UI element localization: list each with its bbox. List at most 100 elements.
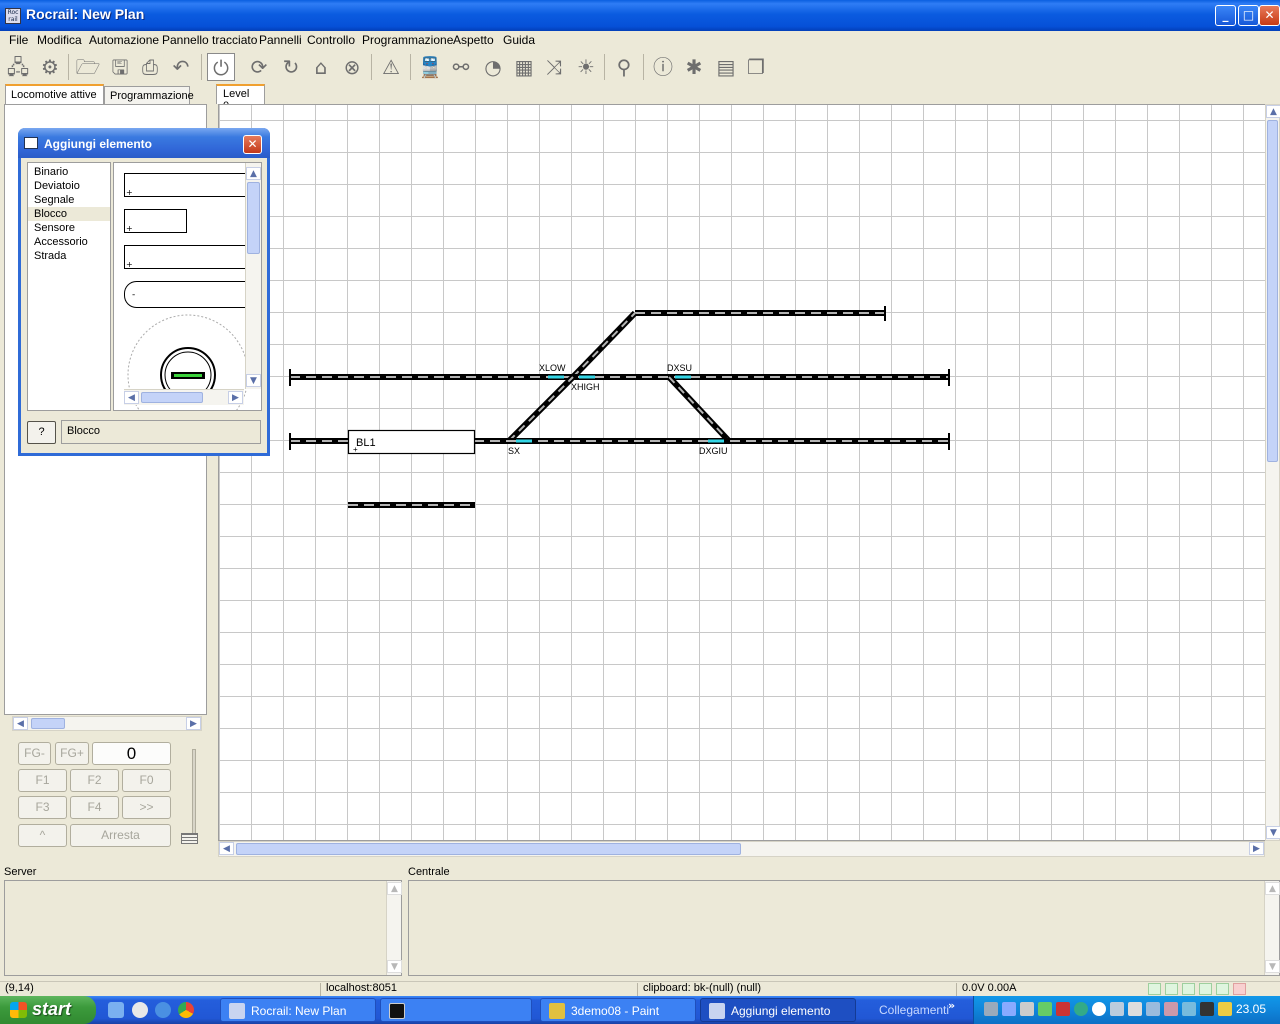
f2-button[interactable]: F2 [70, 769, 119, 792]
add-element-dialog[interactable]: Aggiungi elemento ✕ Binario Deviatoio Se… [18, 128, 270, 456]
title-bar[interactable]: Roc rail Rocrail: New Plan _ □ ✕ [0, 0, 1280, 31]
bug-icon[interactable]: ✱ [680, 53, 708, 81]
light-icon[interactable]: ☀ [572, 53, 600, 81]
scroll-thumb[interactable] [141, 392, 203, 403]
track-crossover-right[interactable] [666, 374, 732, 444]
scroll-up-icon[interactable]: ▲ [246, 167, 261, 180]
scroll-right-icon[interactable]: ▶ [228, 391, 243, 404]
scroll-thumb[interactable] [31, 718, 65, 729]
scroll-up-icon[interactable]: ▲ [1265, 882, 1280, 895]
home-icon[interactable]: ⌂ [307, 53, 335, 81]
minimize-button[interactable]: _ [1215, 5, 1236, 26]
server-log[interactable]: ▲ ▼ [4, 880, 402, 976]
server-log-vscrollbar[interactable]: ▲ ▼ [386, 881, 402, 975]
tray-app-icon[interactable] [1092, 1002, 1106, 1016]
scroll-thumb[interactable] [247, 182, 260, 254]
direction-button[interactable]: ^ [18, 824, 67, 847]
f1-button[interactable]: F1 [18, 769, 67, 792]
menu-aspetto[interactable]: Aspetto [453, 33, 494, 47]
tray-app-icon[interactable] [1110, 1002, 1124, 1016]
list-item-strada[interactable]: Strada [28, 249, 110, 263]
scroll-right-icon[interactable]: ▶ [186, 717, 201, 730]
scroll-thumb[interactable] [236, 843, 741, 855]
internet-explorer-icon[interactable] [155, 1002, 171, 1018]
scroll-thumb[interactable] [1267, 120, 1278, 462]
refresh-icon[interactable]: ↻ [277, 53, 305, 81]
more-functions-button[interactable]: >> [122, 796, 171, 819]
f3-button[interactable]: F3 [18, 796, 67, 819]
track-main-middle[interactable] [289, 369, 950, 386]
task-cmd[interactable] [380, 998, 532, 1022]
list-item-accessorio[interactable]: Accessorio [28, 235, 110, 249]
tray-app-icon[interactable] [1200, 1002, 1214, 1016]
track-upper-siding[interactable] [635, 306, 886, 321]
menu-guida[interactable]: Guida [503, 33, 535, 47]
menu-programmazione[interactable]: Programmazione [362, 33, 453, 47]
start-button[interactable]: start [0, 996, 96, 1024]
list-item-segnale[interactable]: Segnale [28, 193, 110, 207]
list-item-sensore[interactable]: Sensore [28, 221, 110, 235]
tray-app-icon[interactable] [1020, 1002, 1034, 1016]
scroll-left-icon[interactable]: ◀ [13, 717, 28, 730]
tray-network-icon[interactable] [1002, 1002, 1016, 1016]
track-plan-canvas[interactable]: + BL1 XLOW XHIGH DXSU SX DXGIU [218, 104, 1266, 841]
chrome-icon[interactable] [178, 1002, 194, 1018]
tray-app-icon[interactable] [1056, 1002, 1070, 1016]
tray-app-icon[interactable] [1218, 1002, 1232, 1016]
dialog-close-button[interactable]: ✕ [243, 135, 262, 154]
centrale-log[interactable]: ▲ ▼ [408, 880, 1280, 976]
pages-icon[interactable]: ❐ [742, 53, 770, 81]
scroll-right-icon[interactable]: ▶ [1249, 842, 1264, 855]
menu-automazione[interactable]: Automazione [89, 33, 159, 47]
scroll-down-icon[interactable]: ▼ [1265, 960, 1280, 973]
fg-minus-button[interactable]: FG- [18, 742, 51, 765]
track-crossover-left[interactable] [506, 374, 576, 444]
settings-gear-icon[interactable]: ⚙ [36, 53, 64, 81]
tray-app-icon[interactable] [1074, 1002, 1088, 1016]
list-item-binario[interactable]: Binario [28, 165, 110, 179]
preview-block-short[interactable]: + [124, 209, 187, 234]
menu-modifica[interactable]: Modifica [37, 33, 82, 47]
sync-icon[interactable]: ⟳ [245, 53, 273, 81]
speed-slider-handle[interactable] [181, 833, 198, 844]
maximize-button[interactable]: □ [1238, 5, 1259, 26]
scroll-left-icon[interactable]: ◀ [124, 391, 139, 404]
route-icon[interactable]: ⚯ [447, 53, 475, 81]
fg-plus-button[interactable]: FG+ [55, 742, 89, 765]
element-preview[interactable]: + + + - ▲ ▼ ◀ ▶ [113, 162, 262, 411]
tray-printer-icon[interactable] [984, 1002, 998, 1016]
zoom-icon[interactable]: ⚲ [610, 53, 638, 81]
undo-icon[interactable]: ↶ [167, 53, 195, 81]
menu-controllo[interactable]: Controllo [307, 33, 355, 47]
media-player-icon[interactable] [132, 1002, 148, 1018]
info-icon[interactable]: ⓘ [649, 53, 677, 81]
tray-volume-icon[interactable] [1128, 1002, 1142, 1016]
preview-block-long[interactable]: + [124, 173, 255, 198]
shuffle-icon[interactable]: ⤨ [540, 53, 568, 81]
preview-vscrollbar[interactable]: ▲ ▼ [245, 163, 261, 389]
task-rocrail[interactable]: Rocrail: New Plan [220, 998, 376, 1022]
scroll-up-icon[interactable]: ▲ [1266, 105, 1280, 118]
list-item-deviatoio[interactable]: Deviatoio [28, 179, 110, 193]
tray-app-icon[interactable] [1038, 1002, 1052, 1016]
switchboard-icon[interactable]: ▦ [510, 53, 538, 81]
dialog-title-bar[interactable]: Aggiungi elemento ✕ [18, 128, 270, 158]
preview-hscrollbar[interactable]: ◀ ▶ [124, 389, 244, 405]
plan-vscrollbar[interactable]: ▲ ▼ [1265, 104, 1280, 841]
block-bl1[interactable]: + BL1 [347, 429, 476, 455]
tray-app-icon[interactable] [1182, 1002, 1196, 1016]
centrale-log-vscrollbar[interactable]: ▲ ▼ [1264, 881, 1280, 975]
preview-block-rounded[interactable]: - [124, 281, 263, 308]
preview-block-long-2[interactable]: + [124, 245, 255, 270]
menu-file[interactable]: File [9, 33, 28, 47]
save-disk-icon[interactable]: 🖫 [106, 53, 134, 81]
scroll-left-icon[interactable]: ◀ [219, 842, 234, 855]
loco-list-hscrollbar[interactable]: ◀ ▶ [12, 716, 202, 731]
print-icon[interactable]: ⎙ [136, 53, 164, 81]
menu-pannelli[interactable]: Pannelli [259, 33, 302, 47]
scroll-down-icon[interactable]: ▼ [387, 960, 402, 973]
links-toolbar[interactable]: Collegamenti [879, 1003, 949, 1017]
scroll-up-icon[interactable]: ▲ [387, 882, 402, 895]
tab-level-0[interactable]: Level 0 [216, 84, 265, 112]
plan-hscrollbar[interactable]: ◀ ▶ [218, 841, 1265, 857]
